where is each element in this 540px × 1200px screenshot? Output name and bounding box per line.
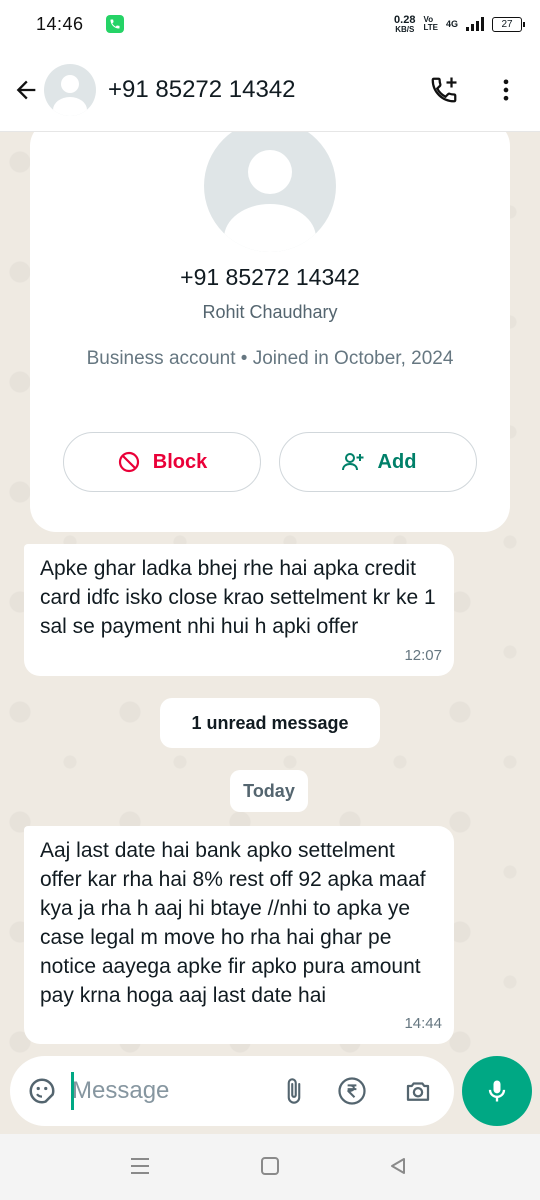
add-person-icon [341,453,364,471]
add-contact-button[interactable]: Add [279,432,477,492]
recents-button[interactable] [120,1148,160,1184]
block-icon [118,451,139,473]
unread-divider: 1 unread message [160,698,380,748]
menu-icon [131,1158,149,1174]
business-info: Business account • Joined in October, 20… [86,348,454,369]
composer [0,1056,540,1134]
sticker-icon [29,1078,55,1104]
chat-area[interactable]: +91 85272 14342 Rohit Chaudhary Business… [0,132,540,1056]
attach-button[interactable] [274,1071,314,1111]
camera-icon [406,1082,430,1101]
status-indicators: 0.28 KB/S Vo LTE 4G 27 [394,13,525,34]
arrow-left-icon [16,80,36,99]
message-input[interactable] [72,1071,252,1111]
camera-button[interactable] [398,1071,438,1111]
message-bubble[interactable]: Aaj last date hai bank apko settelment o… [24,826,454,1044]
message-text: Apke ghar ladka bhej rhe hai apka credit… [40,557,436,638]
message-time: 14:44 [404,1015,442,1032]
paperclip-icon [287,1078,301,1104]
more-options-button[interactable] [480,62,532,118]
message-time: 12:07 [404,647,442,664]
profile-name: Rohit Chaudhary [202,302,338,322]
add-call-icon [431,77,457,103]
mic-icon [488,1080,506,1102]
system-nav-bar [0,1134,540,1200]
payment-button[interactable] [332,1071,372,1111]
home-button[interactable] [250,1148,290,1184]
network-speed-value: 0.28 [394,13,416,26]
message-text: Aaj last date hai bank apko settelment o… [40,839,426,1007]
signal-icon [466,17,484,31]
call-notification-icon [105,15,124,33]
profile-avatar [204,132,336,252]
status-time: 14:46 [36,13,84,34]
volte-line2: LTE [423,23,438,32]
avatar[interactable] [44,63,96,116]
more-vert-icon [503,79,509,101]
profile-phone: +91 85272 14342 [180,264,360,290]
status-bar: 14:46 0.28 KB/S Vo LTE 4G 27 [0,0,540,48]
block-label: Block [152,450,208,473]
add-call-button[interactable] [418,62,470,118]
back-nav-button[interactable] [378,1148,418,1184]
triangle-back-icon [391,1158,405,1174]
battery-level: 27 [501,18,513,30]
contact-title[interactable]: +91 85272 14342 [108,76,296,104]
message-box [10,1056,454,1126]
network-speed: 0.28 KB/S [394,13,416,34]
network-speed-unit: KB/S [395,24,415,34]
rupee-icon [338,1077,366,1105]
add-label: Add [377,450,417,473]
volte-indicator: Vo LTE [423,16,438,32]
contact-info-card: +91 85272 14342 Rohit Chaudhary Business… [30,132,510,532]
mic-button[interactable] [462,1056,532,1126]
message-bubble[interactable]: Apke ghar ladka bhej rhe hai apka credit… [24,544,454,676]
block-button[interactable]: Block [63,432,261,492]
sticker-button[interactable] [24,1073,60,1109]
network-type: 4G [445,19,458,29]
home-square-icon [261,1157,279,1175]
battery-icon: 27 [492,16,525,32]
chat-header: +91 85272 14342 [0,48,540,132]
date-divider: Today [230,770,308,812]
